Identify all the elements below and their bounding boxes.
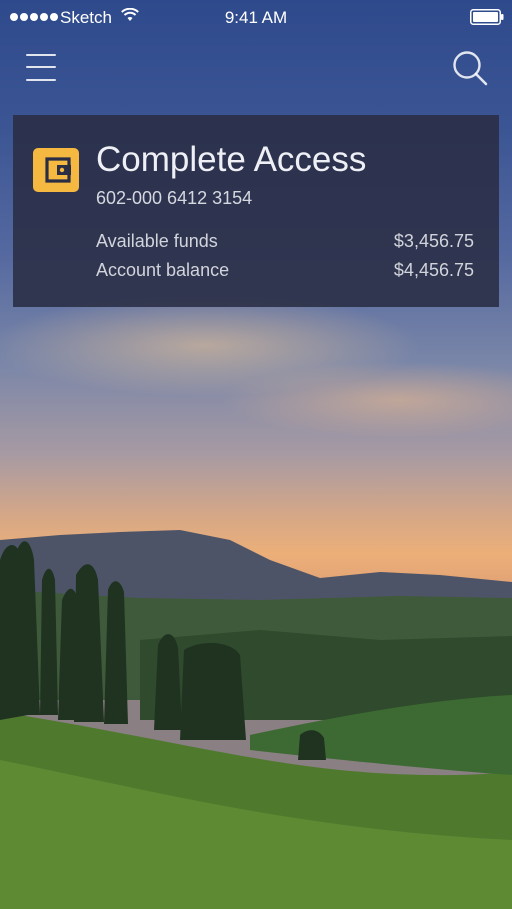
battery-icon [470,9,504,25]
search-button[interactable] [450,48,490,88]
available-funds-label: Available funds [96,231,218,251]
account-balance-value: $4,456.75 [393,260,474,280]
account-name: Complete Access [96,140,367,179]
search-icon [453,51,488,86]
status-time: 9:41 AM [224,8,288,27]
available-funds-row: Available funds $3,456.75 [96,231,474,252]
available-funds-value: $3,456.75 [393,231,474,251]
status-bar: Sketch 9:41 AM [0,0,512,36]
account-balance-label: Account balance [96,260,230,280]
menu-button[interactable] [26,52,58,84]
account-number: 602-000 6412 3154 [96,188,253,208]
wallet-icon [33,148,79,192]
account-card[interactable]: Complete Access 602-000 6412 3154 Availa… [13,115,499,307]
account-balance-row: Account balance $4,456.75 [96,260,474,281]
